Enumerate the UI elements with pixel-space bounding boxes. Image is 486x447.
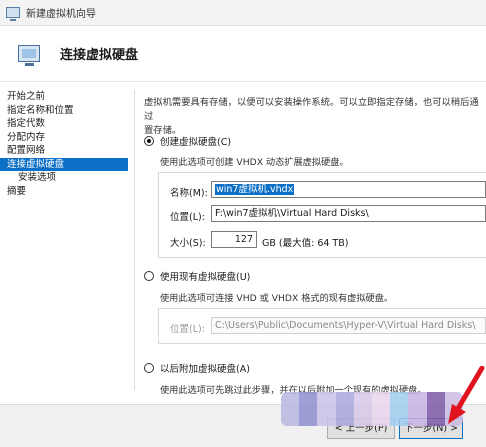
nav-item-connect-vhd[interactable]: 连接虚拟硬盘 — [0, 157, 128, 171]
attach-later-radio[interactable] — [144, 363, 154, 373]
page-header: 连接虚拟硬盘 — [0, 26, 486, 82]
nav-item-before-you-begin[interactable]: 开始之前 — [0, 90, 128, 104]
size-input[interactable]: 127 — [211, 231, 257, 248]
sidebar-divider — [134, 90, 135, 390]
create-vhd-radio[interactable] — [144, 136, 154, 146]
use-existing-vhd-description: 使用此选项可连接 VHD 或 VHDX 格式的现有虚拟硬盘。 — [160, 293, 394, 304]
nav-item-summary[interactable]: 摘要 — [0, 185, 128, 199]
window-title: 新建虚拟机向导 — [26, 9, 96, 20]
intro-text: 虚拟机需要具有存储，以便可以安装操作系统。可以立即指定存储，也可以稍后通过 置存… — [144, 96, 486, 138]
nav-item-networking[interactable]: 配置网络 — [0, 144, 128, 158]
attach-later-option[interactable]: 以后附加虚拟硬盘(A) — [144, 361, 250, 375]
blurred-overlay — [281, 392, 463, 426]
name-value: win7虚拟机.vhdx — [215, 184, 295, 195]
name-input[interactable]: win7虚拟机.vhdx — [211, 181, 486, 198]
nav-item-generation[interactable]: 指定代数 — [0, 117, 128, 131]
monitor-icon — [18, 45, 40, 66]
page-title: 连接虚拟硬盘 — [60, 48, 139, 63]
use-existing-vhd-label: 使用现有虚拟硬盘(U) — [160, 272, 251, 283]
name-label: 名称(M): — [170, 188, 208, 199]
nav-item-name-location[interactable]: 指定名称和位置 — [0, 104, 128, 118]
existing-location-label: 位置(L): — [170, 324, 205, 335]
existing-location-input[interactable]: C:\Users\Public\Documents\Hyper-V\Virtua… — [211, 317, 486, 334]
nav-item-memory[interactable]: 分配内存 — [0, 131, 128, 145]
location-label: 位置(L): — [170, 212, 205, 223]
create-vhd-description: 使用此选项可创建 VHDX 动态扩展虚拟硬盘。 — [160, 157, 349, 168]
vm-window-icon — [6, 7, 20, 21]
wizard-steps-nav: 开始之前 指定名称和位置 指定代数 分配内存 配置网络 连接虚拟硬盘 安装选项 … — [0, 90, 128, 198]
title-bar: 新建虚拟机向导 — [0, 0, 486, 26]
use-existing-vhd-option[interactable]: 使用现有虚拟硬盘(U) — [144, 269, 250, 283]
attach-later-label: 以后附加虚拟硬盘(A) — [160, 364, 250, 375]
create-vhd-label: 创建虚拟硬盘(C) — [160, 137, 232, 148]
annotation-arrow-icon — [448, 366, 485, 424]
size-unit: GB (最大值: 64 TB) — [262, 238, 349, 249]
use-existing-vhd-radio[interactable] — [144, 271, 154, 281]
intro-line-1: 虚拟机需要具有存储，以便可以安装操作系统。可以立即指定存储，也可以稍后通过 — [144, 97, 479, 122]
nav-item-install-options[interactable]: 安装选项 — [0, 171, 128, 185]
create-vhd-option[interactable]: 创建虚拟硬盘(C) — [144, 134, 231, 148]
location-input[interactable]: F:\win7虚拟机\Virtual Hard Disks\ — [211, 205, 486, 222]
size-label: 大小(S): — [170, 238, 206, 249]
